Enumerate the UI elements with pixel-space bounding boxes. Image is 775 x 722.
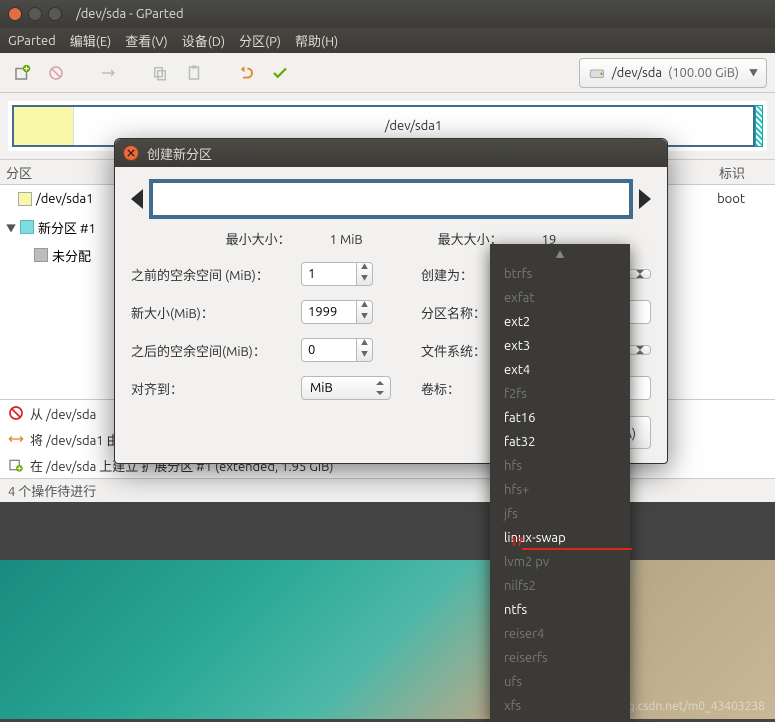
- partition-color-icon: [34, 248, 48, 262]
- fs-option-lvm2pv: lvm2 pv: [490, 550, 630, 574]
- free-after-label: 之后的空余空间(MiB)：: [131, 341, 301, 360]
- fs-option-hfs: hfs+: [490, 478, 630, 502]
- create-icon: [8, 457, 24, 473]
- toolbar: /dev/sda (100.00 GiB) ▼: [0, 53, 775, 93]
- window-close-button[interactable]: [8, 7, 22, 21]
- fs-option-ntfs[interactable]: ntfs: [490, 598, 630, 622]
- menu-edit[interactable]: 编辑(E): [70, 31, 111, 50]
- copy-button: [146, 59, 174, 87]
- chevron-down-icon: ▼: [749, 66, 758, 79]
- window-title: /dev/sda - GParted: [76, 7, 184, 21]
- min-size-label: 最小大小：: [226, 233, 291, 247]
- fs-option-reiser4: reiser4: [490, 622, 630, 646]
- menubar: GParted 编辑(E) 查看(V) 设备(D) 分区(P) 帮助(H): [0, 28, 775, 53]
- slider-track[interactable]: [149, 179, 633, 219]
- device-selector[interactable]: /dev/sda (100.00 GiB) ▼: [579, 58, 767, 88]
- min-size-value: 1 MiB: [330, 233, 363, 247]
- apply-button[interactable]: [266, 59, 294, 87]
- dialog-title: 创建新分区: [147, 144, 212, 163]
- partition-color-icon: [20, 220, 34, 234]
- dialog-titlebar: 创建新分区: [115, 139, 667, 167]
- status-text: 4 个操作待进行: [8, 481, 96, 500]
- partition-used-region: [14, 107, 74, 145]
- align-combo[interactable]: MiB: [301, 376, 391, 400]
- free-before-input[interactable]: ▲▼: [301, 262, 391, 286]
- paste-button: [180, 59, 208, 87]
- fs-option-reiserfs: reiserfs: [490, 646, 630, 670]
- free-before-field[interactable]: [301, 262, 357, 286]
- fs-option-fat32[interactable]: fat32: [490, 430, 630, 454]
- resize-icon: [8, 431, 24, 447]
- partition-name: 未分配: [52, 246, 91, 265]
- align-label: 对齐到：: [131, 379, 301, 398]
- fs-option-ext3[interactable]: ext3: [490, 334, 630, 358]
- undo-button[interactable]: [232, 59, 260, 87]
- fs-option-hfs: hfs: [490, 454, 630, 478]
- expand-icon[interactable]: ▼: [6, 220, 16, 235]
- menu-device[interactable]: 设备(D): [182, 31, 225, 50]
- fs-option-fat16[interactable]: fat16: [490, 406, 630, 430]
- fs-option-ext2[interactable]: ext2: [490, 310, 630, 334]
- operation-text: 从 /dev/sda: [30, 404, 96, 423]
- resize-button: [94, 59, 122, 87]
- fs-option-jfs: jfs: [490, 502, 630, 526]
- free-after-input[interactable]: ▲▼: [301, 338, 391, 362]
- fs-option-nilfs2: nilfs2: [490, 574, 630, 598]
- device-size: (100.00 GiB): [668, 66, 739, 80]
- free-before-label: 之前的空余空间 (MiB)：: [131, 265, 301, 284]
- fs-option-exfat: exfat: [490, 286, 630, 310]
- filesystem-dropdown[interactable]: ▲ btrfsexfatext2ext3ext4f2fsfat16fat32hf…: [490, 244, 630, 722]
- delete-button: [42, 59, 70, 87]
- new-size-field[interactable]: [301, 300, 357, 324]
- fs-option-ext4[interactable]: ext4: [490, 358, 630, 382]
- partition-name: /dev/sda1: [36, 192, 94, 206]
- window-minimize-button[interactable]: [28, 7, 42, 21]
- fs-option-f2fs: f2fs: [490, 382, 630, 406]
- slider-right-icon[interactable]: [639, 189, 651, 209]
- fs-option-ufs: ufs: [490, 670, 630, 694]
- titlebar: /dev/sda - GParted: [0, 0, 775, 28]
- menu-help[interactable]: 帮助(H): [295, 31, 338, 50]
- device-name: /dev/sda: [612, 66, 662, 80]
- slider-left-icon[interactable]: [131, 189, 143, 209]
- new-size-label: 新大小(MiB)：: [131, 303, 301, 322]
- new-size-input[interactable]: ▲▼: [301, 300, 391, 324]
- scroll-up-icon[interactable]: ▲: [490, 248, 630, 262]
- forbid-icon: [8, 405, 24, 421]
- partition-name: 新分区 #1: [38, 218, 96, 237]
- drive-icon: [588, 64, 606, 82]
- unallocated-region: [755, 105, 763, 147]
- menu-gparted[interactable]: GParted: [8, 34, 56, 48]
- new-partition-button[interactable]: [8, 59, 36, 87]
- fs-option-btrfs: btrfs: [490, 262, 630, 286]
- size-slider[interactable]: [131, 179, 651, 219]
- window-maximize-button[interactable]: [48, 7, 62, 21]
- menu-view[interactable]: 查看(V): [125, 31, 167, 50]
- free-after-field[interactable]: [301, 338, 357, 362]
- fs-option-xfs: xfs: [490, 694, 630, 718]
- menu-partition[interactable]: 分区(P): [239, 31, 281, 50]
- annotation-underline: [522, 548, 632, 550]
- status-bar: 4 个操作待进行: [0, 478, 775, 502]
- partition-color-icon: [18, 192, 32, 206]
- dialog-close-button[interactable]: [123, 145, 139, 161]
- desktop-background: [0, 560, 775, 719]
